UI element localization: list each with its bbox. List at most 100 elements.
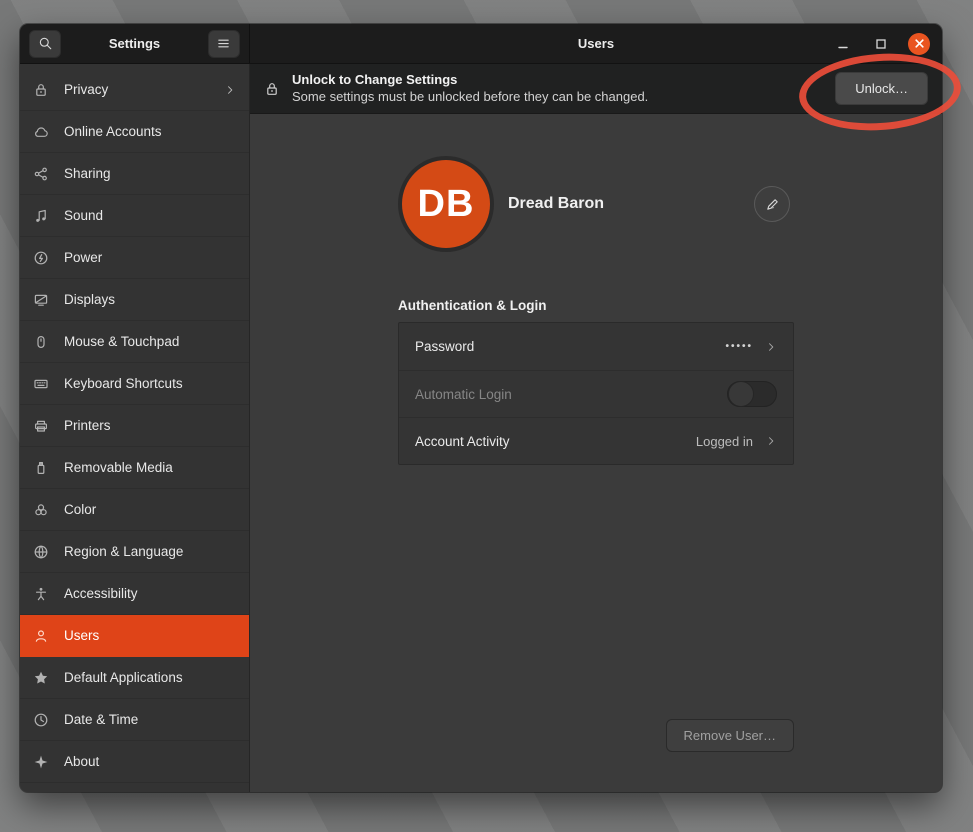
- globe-icon: [33, 544, 49, 560]
- color-icon: [33, 502, 49, 518]
- sidebar-item-users[interactable]: Users: [20, 615, 249, 657]
- sidebar-item-label: Mouse & Touchpad: [64, 334, 179, 349]
- banner-texts: Unlock to Change Settings Some settings …: [292, 72, 648, 105]
- sidebar-item-label: Online Accounts: [64, 124, 162, 139]
- chevron-right-icon: [765, 435, 777, 447]
- main-header: Users: [250, 24, 942, 63]
- sidebar-item-label: Date & Time: [64, 712, 138, 727]
- app-title: Settings: [109, 36, 160, 51]
- titlebar: Settings Users: [20, 24, 942, 64]
- lock-icon: [33, 82, 49, 98]
- settings-row-account-activity[interactable]: Account Activity Logged in: [399, 417, 793, 464]
- banner-title: Unlock to Change Settings: [292, 72, 648, 88]
- close-icon: [914, 38, 925, 49]
- row-value: Logged in: [696, 434, 753, 449]
- row-right: •••••: [725, 341, 777, 353]
- sidebar-item-label: Printers: [64, 418, 111, 433]
- avatar: DB: [402, 160, 490, 248]
- sidebar-item-privacy[interactable]: Privacy: [20, 69, 249, 111]
- sidebar-item-mouse-touchpad[interactable]: Mouse & Touchpad: [20, 321, 249, 363]
- sidebar-item-region-language[interactable]: Region & Language: [20, 531, 249, 573]
- sidebar-item-online-accounts[interactable]: Online Accounts: [20, 111, 249, 153]
- close-button[interactable]: [908, 33, 930, 55]
- sidebar-item-label: Sharing: [64, 166, 111, 181]
- sidebar-item-sound[interactable]: Sound: [20, 195, 249, 237]
- sidebar-item-keyboard-shortcuts[interactable]: Keyboard Shortcuts: [20, 363, 249, 405]
- search-icon: [38, 36, 53, 51]
- sidebar-item-color[interactable]: Color: [20, 489, 249, 531]
- search-button[interactable]: [29, 30, 61, 58]
- clock-icon: [33, 712, 49, 728]
- sidebar-item-default-applications[interactable]: Default Applications: [20, 657, 249, 699]
- row-value: •••••: [725, 341, 753, 352]
- row-label: Password: [415, 339, 474, 354]
- lock-icon: [264, 81, 280, 97]
- users-icon: [33, 628, 49, 644]
- settings-row-automatic-login: Automatic Login: [399, 370, 793, 417]
- sidebar-item-date-time[interactable]: Date & Time: [20, 699, 249, 741]
- row-right: Logged in: [696, 434, 777, 449]
- star-icon: [33, 670, 49, 686]
- usb-icon: [33, 460, 49, 476]
- row-label: Automatic Login: [415, 387, 512, 402]
- remove-user-button[interactable]: Remove User…: [666, 719, 794, 752]
- sidebar-item-sharing[interactable]: Sharing: [20, 153, 249, 195]
- accessibility-icon: [33, 586, 49, 602]
- sidebar-item-label: Privacy: [64, 82, 108, 97]
- automatic-login-toggle[interactable]: [727, 381, 777, 407]
- settings-row-password[interactable]: Password •••••: [399, 323, 793, 370]
- sidebar-item-label: Displays: [64, 292, 115, 307]
- sidebar-item-displays[interactable]: Displays: [20, 279, 249, 321]
- main-panel: Unlock to Change Settings Some settings …: [250, 64, 942, 792]
- banner-subtitle: Some settings must be unlocked before th…: [292, 89, 648, 105]
- edit-name-button[interactable]: [754, 186, 790, 222]
- content-column: DB Dread Baron Authentication & Login Pa…: [398, 160, 794, 465]
- sidebar-item-label: Sound: [64, 208, 103, 223]
- sidebar: Privacy Online Accounts Sharing Sound Power D…: [20, 64, 250, 792]
- sidebar-item-printers[interactable]: Printers: [20, 405, 249, 447]
- sidebar-item-label: Color: [64, 502, 96, 517]
- power-icon: [33, 250, 49, 266]
- sidebar-item-removable-media[interactable]: Removable Media: [20, 447, 249, 489]
- sidebar-item-accessibility[interactable]: Accessibility: [20, 573, 249, 615]
- maximize-icon: [875, 38, 887, 50]
- printer-icon: [33, 418, 49, 434]
- row-label: Account Activity: [415, 434, 510, 449]
- window-body: Privacy Online Accounts Sharing Sound Power D…: [20, 64, 942, 792]
- auth-section-title: Authentication & Login: [398, 298, 794, 313]
- sidebar-item-label: About: [64, 754, 99, 769]
- sidebar-item-label: Default Applications: [64, 670, 183, 685]
- auth-list: Password ••••• Automatic Login Account Acti…: [398, 322, 794, 465]
- minimize-icon: [837, 38, 849, 50]
- settings-window: Settings Users Privacy Online Accounts Sha…: [20, 24, 942, 792]
- cloud-icon: [33, 124, 49, 140]
- pencil-icon: [765, 197, 780, 212]
- content-area: DB Dread Baron Authentication & Login Pa…: [250, 114, 942, 792]
- user-name: Dread Baron: [508, 195, 604, 213]
- sidebar-item-power[interactable]: Power: [20, 237, 249, 279]
- sidebar-item-about[interactable]: About: [20, 741, 249, 783]
- chevron-right-icon: [765, 341, 777, 353]
- unlock-button[interactable]: Unlock…: [835, 72, 928, 105]
- sound-icon: [33, 208, 49, 224]
- user-row: DB Dread Baron: [398, 160, 794, 248]
- sidebar-item-label: Region & Language: [64, 544, 183, 559]
- desktop: { "titlebar": { "sidebar_title": "Settin…: [0, 0, 973, 832]
- sidebar-item-label: Removable Media: [64, 460, 173, 475]
- sidebar-item-label: Accessibility: [64, 586, 138, 601]
- window-controls: [832, 33, 942, 55]
- sidebar-header: Settings: [20, 24, 250, 63]
- sidebar-item-label: Users: [64, 628, 99, 643]
- unlock-banner: Unlock to Change Settings Some settings …: [250, 64, 942, 114]
- keyboard-icon: [33, 376, 49, 392]
- hamburger-icon: [216, 36, 231, 51]
- mouse-icon: [33, 334, 49, 350]
- row-right: [727, 381, 777, 407]
- menu-button[interactable]: [208, 30, 240, 58]
- minimize-button[interactable]: [832, 33, 854, 55]
- sidebar-item-label: Power: [64, 250, 102, 265]
- sparkle-icon: [33, 754, 49, 770]
- display-icon: [33, 292, 49, 308]
- chevron-right-icon: [224, 84, 236, 96]
- maximize-button[interactable]: [870, 33, 892, 55]
